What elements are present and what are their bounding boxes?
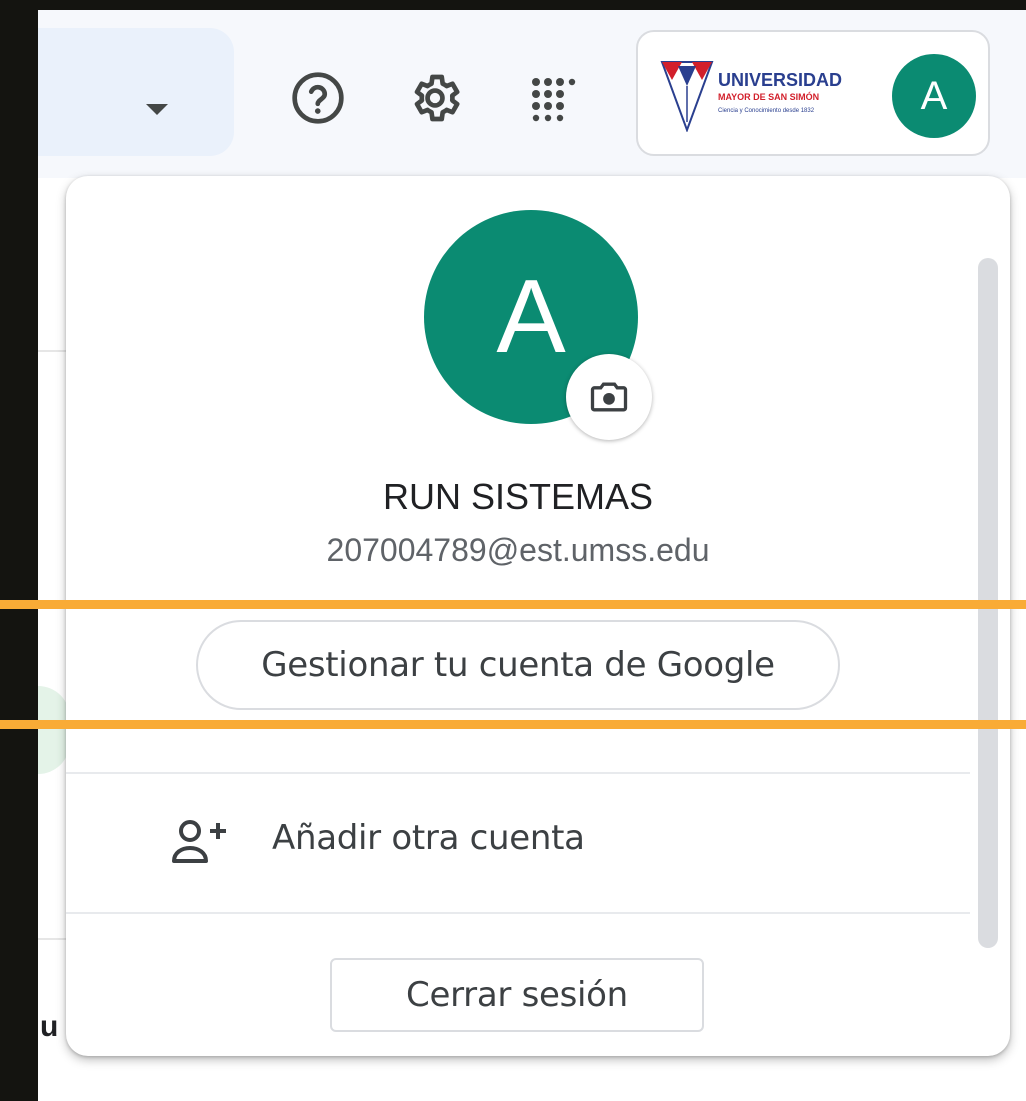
search-bar[interactable] <box>38 28 234 156</box>
account-name: RUN SISTEMAS <box>382 476 654 517</box>
sign-out-button[interactable]: Cerrar sesión <box>330 958 704 1032</box>
apps-grid-icon[interactable] <box>520 66 584 130</box>
account-popup: A RUN SISTEMAS 207004789@est.umss.edu Ge… <box>66 176 1010 1056</box>
change-photo-button[interactable] <box>566 354 652 440</box>
divider <box>66 912 970 914</box>
person-add-icon <box>172 820 226 863</box>
organization-logo: UNIVERSIDAD MAYOR DE SAN SIMÓN Ciencia y… <box>658 52 858 133</box>
gear-icon[interactable] <box>403 66 467 130</box>
help-circle-icon[interactable] <box>286 66 350 130</box>
logo-line-1: UNIVERSIDAD <box>718 70 842 90</box>
highlight-line-top <box>0 600 1026 609</box>
add-account-label: Añadir otra cuenta <box>272 818 585 858</box>
add-account-item[interactable]: Añadir otra cuenta <box>66 774 970 910</box>
logo-line-2: MAYOR DE SAN SIMÓN <box>718 91 819 102</box>
top-bar: UNIVERSIDAD MAYOR DE SAN SIMÓN Ciencia y… <box>38 10 1026 178</box>
account-email: 207004789@est.umss.edu <box>326 532 710 568</box>
profile-picture: A <box>424 210 652 440</box>
logo-line-3: Ciencia y Conocimiento desde 1832 <box>718 108 815 114</box>
manage-account-button[interactable]: Gestionar tu cuenta de Google <box>196 620 840 710</box>
account-chip[interactable]: UNIVERSIDAD MAYOR DE SAN SIMÓN Ciencia y… <box>636 30 990 156</box>
highlight-line-bottom <box>0 720 1026 729</box>
background-text: u <box>40 1010 59 1043</box>
camera-icon <box>590 382 628 412</box>
avatar[interactable]: A <box>892 54 976 138</box>
search-options-icon[interactable] <box>146 104 168 115</box>
